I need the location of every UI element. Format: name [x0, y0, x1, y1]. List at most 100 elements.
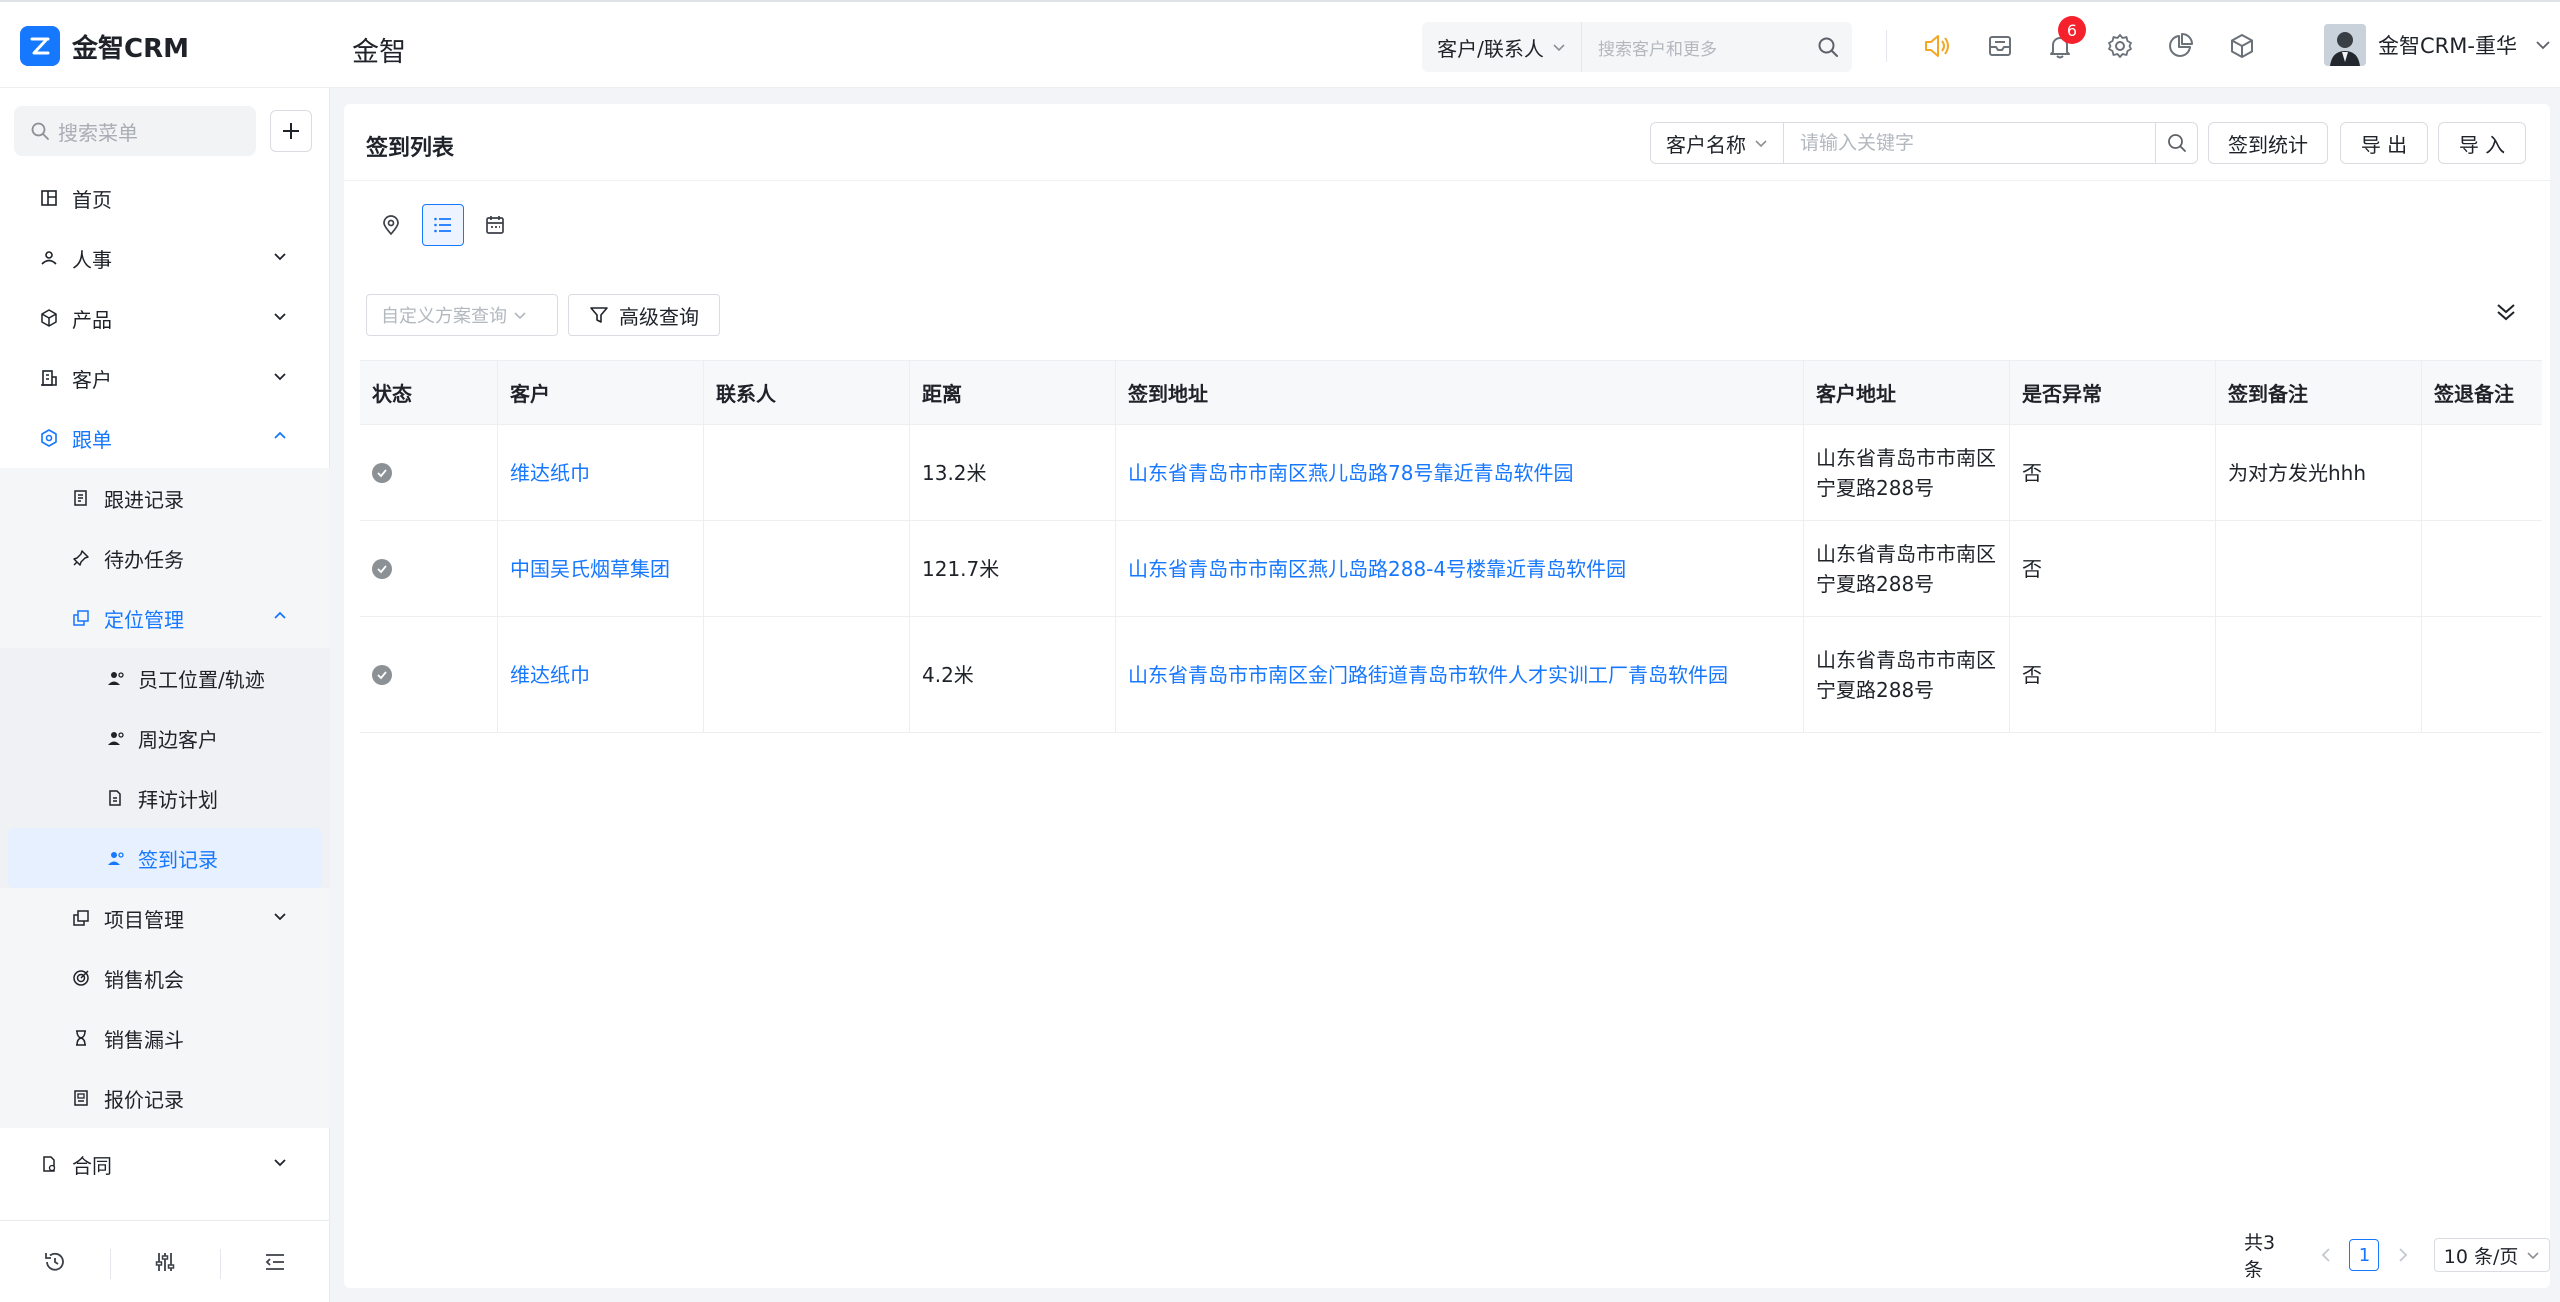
followup-submenu: 跟进记录 待办任务 定位管理 员工位置/轨迹 周边客户 拜访计划 签到记录 项目…	[0, 468, 330, 1128]
filter-field-select[interactable]: 客户名称	[1650, 122, 1784, 164]
import-button[interactable]: 导 入	[2438, 122, 2526, 164]
sidebar-item-location[interactable]: 定位管理	[0, 588, 330, 648]
chevron-down-icon	[274, 1159, 286, 1167]
sidebar-item-label: 人事	[72, 247, 112, 272]
collapse-menu-icon[interactable]	[220, 1248, 330, 1279]
layers-icon	[70, 907, 92, 929]
app-logo[interactable]: 金智CRM	[20, 26, 189, 66]
advanced-query-button[interactable]: 高级查询	[568, 294, 720, 336]
user-menu[interactable]: 金智CRM-重华	[2324, 24, 2551, 66]
checkin-note-cell	[2216, 617, 2422, 732]
sidebar-item-product[interactable]: 产品	[0, 288, 330, 348]
customer-link[interactable]: 维达纸巾	[498, 617, 704, 732]
status-cell	[360, 617, 498, 732]
chevron-down-icon	[514, 312, 526, 320]
column-header: 客户	[498, 361, 704, 424]
column-header: 客户地址	[1804, 361, 2010, 424]
custom-scheme-select[interactable]: 自定义方案查询	[366, 294, 558, 336]
status-cell	[360, 521, 498, 616]
sidebar-item-label: 销售漏斗	[104, 1027, 184, 1052]
list-view-icon[interactable]	[422, 204, 464, 246]
page-size-select[interactable]: 10 条/页	[2434, 1238, 2550, 1272]
sidebar-item-project[interactable]: 项目管理	[0, 888, 330, 948]
user-location-icon	[104, 727, 126, 749]
map-pin-icon[interactable]	[370, 204, 412, 246]
sidebar-item-followup-record[interactable]: 跟进记录	[0, 468, 330, 528]
hourglass-icon	[70, 1027, 92, 1049]
sidebar-item-label: 定位管理	[104, 607, 184, 632]
column-header: 是否异常	[2010, 361, 2216, 424]
global-search: 客户/联系人 搜索客户和更多	[1422, 22, 1852, 72]
user-location-icon	[104, 847, 126, 869]
sidebar-item-todo[interactable]: 待办任务	[0, 528, 330, 588]
distance-cell: 13.2米	[910, 425, 1116, 520]
filter-field-label: 客户名称	[1666, 132, 1746, 157]
sidebar-item-home[interactable]: 首页	[0, 168, 330, 228]
sidebar-item-staff-track[interactable]: 员工位置/轨迹	[0, 648, 330, 708]
add-button[interactable]	[270, 110, 312, 152]
speaker-icon[interactable]	[1920, 30, 1952, 62]
table-row[interactable]: 维达纸巾 4.2米 山东省青岛市市南区金门路街道青岛市软件人才实训工厂青岛软件园…	[360, 617, 2542, 733]
checkin-stats-button[interactable]: 签到统计	[2208, 122, 2328, 164]
check-circle-icon	[372, 462, 392, 483]
customer-link[interactable]: 中国吴氏烟草集团	[498, 521, 704, 616]
table-row[interactable]: 中国吴氏烟草集团 121.7米 山东省青岛市市南区燕儿岛路288-4号楼靠近青岛…	[360, 521, 2542, 617]
table-row[interactable]: 维达纸巾 13.2米 山东省青岛市市南区燕儿岛路78号靠近青岛软件园 山东省青岛…	[360, 425, 2542, 521]
sidebar-item-visit-plan[interactable]: 拜访计划	[0, 768, 330, 828]
chevron-down-icon	[2536, 41, 2550, 50]
gear-icon[interactable]	[2104, 30, 2136, 62]
sidebar-item-hr[interactable]: 人事	[0, 228, 330, 288]
sidebar-item-opportunity[interactable]: 销售机会	[0, 948, 330, 1008]
checkin-address-link[interactable]: 山东省青岛市市南区金门路街道青岛市软件人才实训工厂青岛软件园	[1116, 617, 1804, 732]
column-header: 状态	[360, 361, 498, 424]
receipt-icon	[70, 1087, 92, 1109]
chevron-up-icon	[274, 611, 286, 619]
user-name: 金智CRM-重华	[2378, 34, 2517, 58]
history-icon[interactable]	[0, 1249, 110, 1275]
sidebar-item-quote[interactable]: 报价记录	[0, 1068, 330, 1128]
pin-icon	[70, 547, 92, 569]
sidebar-item-customer[interactable]: 客户	[0, 348, 330, 408]
search-icon[interactable]	[2156, 122, 2198, 164]
chevron-down-icon	[274, 253, 286, 261]
sidebar-item-contract[interactable]: 合同	[0, 1134, 330, 1194]
chevron-down-icon	[2527, 1252, 2539, 1260]
note-icon	[70, 487, 92, 509]
target-icon	[38, 427, 60, 449]
cube-icon[interactable]	[2226, 30, 2258, 62]
sliders-icon[interactable]	[110, 1248, 220, 1279]
customer-link[interactable]: 维达纸巾	[498, 425, 704, 520]
table-header: 状态 客户 联系人 距离 签到地址 客户地址 是否异常 签到备注 签退备注	[360, 361, 2542, 425]
sidebar-item-followup[interactable]: 跟单	[0, 408, 330, 468]
chevron-down-icon	[274, 373, 286, 381]
divider	[344, 180, 2550, 181]
next-page-icon[interactable]	[2393, 1247, 2412, 1263]
prev-page-icon[interactable]	[2317, 1247, 2336, 1263]
sidebar-item-checkin-record[interactable]: 签到记录	[8, 828, 322, 888]
checkout-note-cell	[2422, 521, 2542, 616]
double-chevron-down-icon[interactable]	[2494, 300, 2518, 324]
page-number[interactable]: 1	[2349, 1239, 2380, 1271]
page-size-label: 10 条/页	[2443, 1245, 2519, 1268]
sidebar-item-nearby[interactable]: 周边客户	[0, 708, 330, 768]
search-icon[interactable]	[1804, 35, 1852, 59]
global-search-input[interactable]: 搜索客户和更多	[1582, 35, 1804, 60]
sidebar-item-funnel[interactable]: 销售漏斗	[0, 1008, 330, 1068]
contract-icon	[38, 1153, 60, 1175]
checkin-address-link[interactable]: 山东省青岛市市南区燕儿岛路288-4号楼靠近青岛软件园	[1116, 521, 1804, 616]
nav-menu: 首页 人事 产品 客户 跟单 跟进记录 待办任务 定位管理 员工位置/轨迹 周边…	[0, 168, 330, 1194]
search-type-select[interactable]: 客户/联系人	[1422, 22, 1582, 72]
sidebar-item-label: 销售机会	[104, 967, 184, 992]
menu-search-input[interactable]: 搜索菜单	[14, 106, 256, 156]
keyword-input[interactable]	[1784, 122, 2156, 164]
scheme-placeholder: 自定义方案查询	[381, 306, 507, 327]
inbox-icon[interactable]	[1984, 30, 2016, 62]
header-divider	[1886, 30, 1887, 62]
sidebar-item-label: 周边客户	[138, 727, 218, 752]
contact-cell	[704, 617, 910, 732]
calendar-icon[interactable]	[474, 204, 516, 246]
pie-chart-icon[interactable]	[2164, 30, 2196, 62]
distance-cell: 121.7米	[910, 521, 1116, 616]
export-button[interactable]: 导 出	[2340, 122, 2428, 164]
checkin-address-link[interactable]: 山东省青岛市市南区燕儿岛路78号靠近青岛软件园	[1116, 425, 1804, 520]
